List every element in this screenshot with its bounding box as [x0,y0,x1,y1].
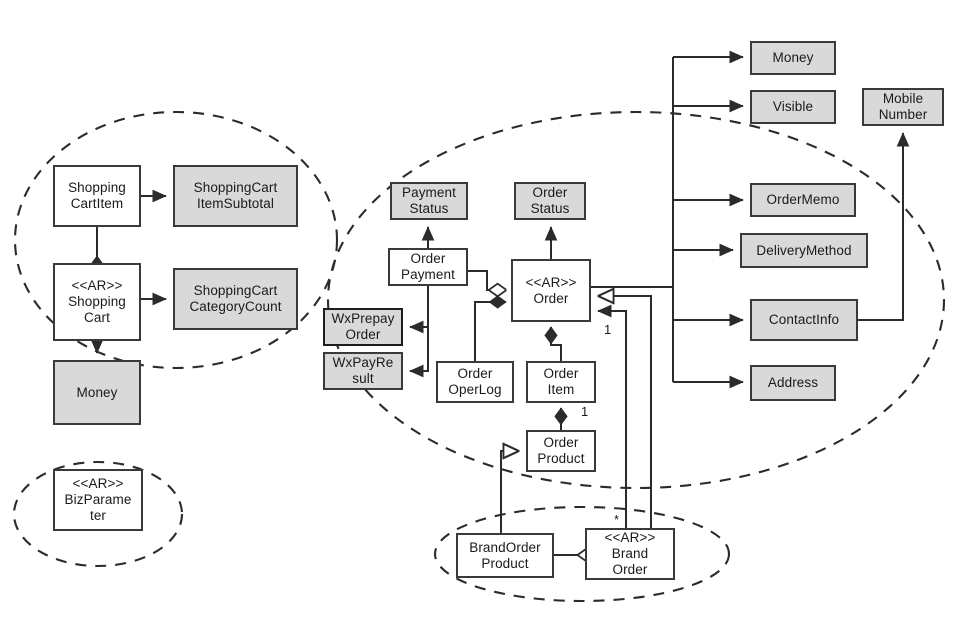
node-payment-status[interactable]: Payment Status [390,182,468,220]
node-contact-info[interactable]: ContactInfo [750,299,858,341]
node-order[interactable]: <<AR>> Order [511,259,591,322]
node-order-payment[interactable]: Order Payment [388,248,468,286]
node-wx-prepay-order[interactable]: WxPrepay Order [323,308,403,346]
node-address[interactable]: Address [750,365,836,401]
node-layer: Shopping CartItem ShoppingCart ItemSubto… [0,0,967,631]
node-brand-order-product[interactable]: BrandOrder Product [456,533,554,578]
node-order-status[interactable]: Order Status [514,182,586,220]
node-shopping-cart[interactable]: <<AR>> Shopping Cart [53,263,141,341]
node-money-right[interactable]: Money [750,41,836,75]
node-mobile-number[interactable]: Mobile Number [862,88,944,126]
node-shopping-cart-item[interactable]: Shopping CartItem [53,165,141,227]
multiplicity-label-order-brandorder: 1 [604,322,612,337]
node-shoppingcart-category-count[interactable]: ShoppingCart CategoryCount [173,268,298,330]
node-wx-pay-result[interactable]: WxPayRe sult [323,352,403,390]
node-visible[interactable]: Visible [750,90,836,124]
node-shoppingcart-item-subtotal[interactable]: ShoppingCart ItemSubtotal [173,165,298,227]
node-order-item[interactable]: Order Item [526,361,596,403]
uml-domain-model-diagram: Shopping CartItem ShoppingCart ItemSubto… [0,0,967,631]
multiplicity-label-brandorder-star: * [614,512,620,527]
node-order-oper-log[interactable]: Order OperLog [436,361,514,403]
node-money-left[interactable]: Money [53,360,141,425]
node-brand-order[interactable]: <<AR>> Brand Order [585,528,675,580]
node-biz-parameter[interactable]: <<AR>> BizParame ter [53,469,143,531]
node-order-product[interactable]: Order Product [526,430,596,472]
node-order-memo[interactable]: OrderMemo [750,183,856,217]
node-delivery-method[interactable]: DeliveryMethod [740,233,868,268]
multiplicity-label-orderitem-orderproduct: 1 [581,404,589,419]
